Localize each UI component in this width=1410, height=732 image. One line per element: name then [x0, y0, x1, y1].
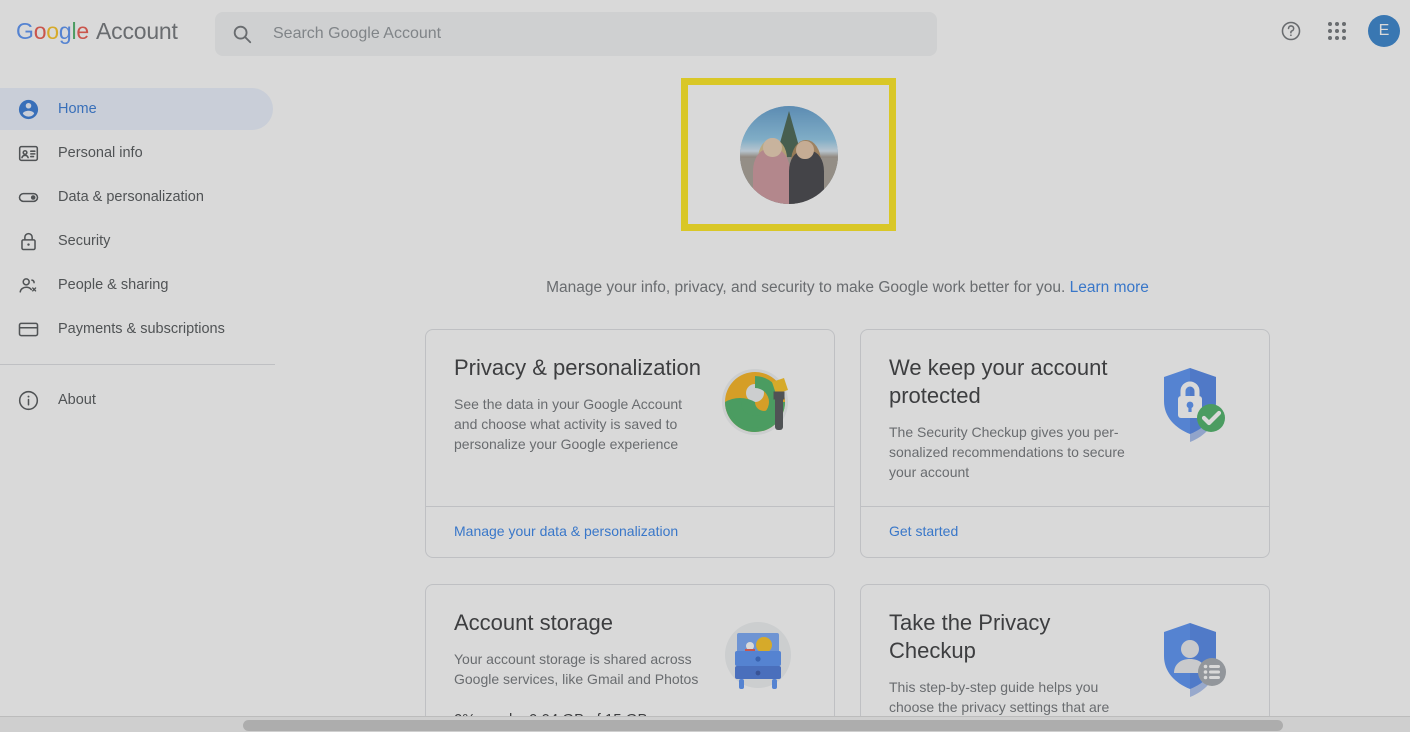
- horizontal-scrollbar[interactable]: [0, 716, 1410, 732]
- sidebar-item-personal-info[interactable]: Personal info: [0, 132, 273, 174]
- card-link[interactable]: Manage your data & personalization: [454, 523, 678, 539]
- brand-account-word: Account: [96, 17, 178, 44]
- info-circle-icon: [16, 388, 40, 412]
- card-title: Take the Privacy Checkup: [889, 610, 1051, 663]
- card-title: Account storage: [454, 610, 613, 635]
- card-account-protected[interactable]: We keep your account protected The Secur…: [860, 329, 1270, 558]
- profile-photo-highlight: [681, 78, 896, 231]
- privacy-paintbrush-icon: [710, 354, 806, 482]
- card-title: Privacy & personalization: [454, 355, 702, 380]
- learn-more-link[interactable]: Learn more: [1070, 279, 1149, 296]
- profile-photo[interactable]: [739, 105, 838, 204]
- brand-logo[interactable]: Google Account: [16, 18, 178, 45]
- main-content: Manage your info, privacy, and security …: [285, 62, 1410, 732]
- app-header: Google Account E: [0, 0, 1410, 62]
- lock-icon: [16, 229, 40, 253]
- toggle-switch-icon: [16, 185, 40, 209]
- credit-card-icon: [16, 317, 40, 341]
- card-title: We keep your account protected: [889, 355, 1108, 408]
- apps-grid-icon[interactable]: [1318, 12, 1356, 50]
- shield-person-list-icon: [1145, 609, 1241, 732]
- hero-subtitle-text: Manage your info, privacy, and security …: [546, 279, 1066, 296]
- card-account-storage[interactable]: Account storage Your account storage is …: [425, 584, 835, 732]
- sidebar-item-payments-subscriptions[interactable]: Payments & subscriptions: [0, 308, 273, 350]
- help-circle-icon[interactable]: [1272, 12, 1310, 50]
- card-privacy-checkup[interactable]: Take the Privacy Checkup This step-by-st…: [860, 584, 1270, 732]
- hero-section: Manage your info, privacy, and security …: [285, 62, 1410, 297]
- sidebar-item-label: Payments & subscriptions: [58, 321, 225, 337]
- header-actions: E: [1272, 12, 1400, 50]
- horizontal-scrollbar-thumb[interactable]: [243, 720, 1283, 731]
- search-bar[interactable]: [215, 12, 937, 56]
- account-circle-icon: [16, 97, 40, 121]
- card-description: See the data in your Google Account and …: [454, 396, 683, 452]
- shield-lock-check-icon: [1145, 354, 1241, 482]
- sidebar: Home Personal info Data & personalizatio…: [0, 62, 285, 732]
- avatar[interactable]: E: [1368, 15, 1400, 47]
- sidebar-item-label: About: [58, 392, 96, 408]
- card-description: The Security Checkup gives you per-sonal…: [889, 424, 1125, 480]
- people-icon: [16, 273, 40, 297]
- cards-grid: Privacy & personalization See the data i…: [425, 329, 1270, 732]
- google-wordmark: Google: [16, 18, 89, 45]
- sidebar-item-label: Security: [58, 233, 111, 249]
- logo-letter-e: e: [76, 17, 89, 44]
- search-input[interactable]: [273, 14, 921, 54]
- sidebar-item-home[interactable]: Home: [0, 88, 273, 130]
- sidebar-item-about[interactable]: About: [0, 379, 273, 421]
- card-description: Your account storage is shared across Go…: [454, 651, 699, 687]
- hero-subtitle: Manage your info, privacy, and security …: [546, 279, 1149, 297]
- logo-letter-o2: o: [46, 17, 59, 44]
- sidebar-item-people-sharing[interactable]: People & sharing: [0, 264, 273, 306]
- sidebar-item-data-personalization[interactable]: Data & personalization: [0, 176, 273, 218]
- logo-letter-o1: o: [33, 17, 47, 44]
- contact-card-icon: [16, 141, 40, 165]
- sidebar-item-label: Data & personalization: [58, 189, 204, 205]
- sidebar-item-label: Home: [58, 101, 97, 117]
- sidebar-item-security[interactable]: Security: [0, 220, 273, 262]
- logo-letter-g1: G: [16, 17, 34, 44]
- card-privacy-personalization[interactable]: Privacy & personalization See the data i…: [425, 329, 835, 558]
- sidebar-divider: [0, 364, 275, 365]
- sidebar-item-label: People & sharing: [58, 277, 169, 293]
- sidebar-item-label: Personal info: [58, 145, 143, 161]
- storage-cabinet-icon: [710, 609, 806, 732]
- logo-letter-g2: g: [58, 17, 72, 44]
- card-link[interactable]: Get started: [889, 523, 958, 539]
- search-icon: [231, 23, 253, 45]
